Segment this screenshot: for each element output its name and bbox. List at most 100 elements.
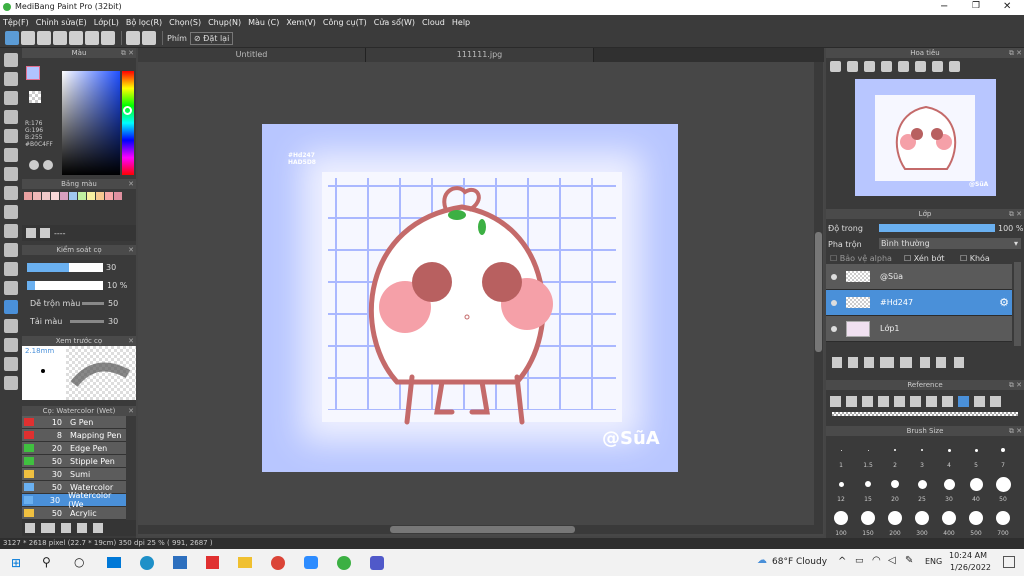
magic-wand-tool-icon[interactable] xyxy=(4,243,18,257)
page-icon[interactable] xyxy=(69,31,83,45)
add-brush-icon[interactable] xyxy=(25,523,35,533)
canvas-horizontal-scrollbar[interactable] xyxy=(138,525,814,534)
layer-row[interactable]: @Sũa xyxy=(826,264,1012,290)
text-tool-icon[interactable] xyxy=(4,300,18,314)
palette-swatch[interactable] xyxy=(69,192,77,200)
brush-copy-icon[interactable] xyxy=(93,523,103,533)
grid-icon[interactable] xyxy=(85,31,99,45)
bucket-tool-icon[interactable] xyxy=(4,167,18,181)
brush-size-cell[interactable]: 400 xyxy=(936,506,962,540)
rotate-right-icon[interactable] xyxy=(932,61,943,72)
panel-controls[interactable]: ✕ xyxy=(128,179,134,189)
reference-cloud-icon[interactable] xyxy=(830,395,841,407)
undo-icon[interactable] xyxy=(126,31,140,45)
divide-tool-icon[interactable] xyxy=(4,338,18,352)
color-dropper-icon[interactable] xyxy=(43,160,53,170)
panel-controls[interactable]: ⧉ ✕ xyxy=(1009,209,1022,219)
clock-time[interactable]: 10:24 AM xyxy=(949,551,987,560)
brush-size-cell[interactable]: 5 xyxy=(963,438,989,472)
menu-window[interactable]: Cửa sổ(W) xyxy=(374,18,415,27)
task-view-icon[interactable]: ○ xyxy=(74,555,84,569)
teams-icon[interactable] xyxy=(370,556,384,570)
menu-cloud[interactable]: Cloud xyxy=(422,18,445,27)
palette-swatch[interactable] xyxy=(96,192,104,200)
layer-opacity-slider[interactable] xyxy=(879,224,995,232)
lock-checkbox[interactable]: ☐ Khóa xyxy=(960,254,990,263)
blend-mode-select[interactable]: Bình thường ▾ xyxy=(879,238,1021,249)
weather-text[interactable]: 68°F Cloudy xyxy=(772,557,827,567)
operation-tool-icon[interactable] xyxy=(4,319,18,333)
clipping-checkbox[interactable]: ☐ Xén bớt xyxy=(904,254,944,263)
select-eraser-tool-icon[interactable] xyxy=(4,281,18,295)
lasso-tool-icon[interactable] xyxy=(4,224,18,238)
brush-size-cell[interactable]: 1.5 xyxy=(855,438,881,472)
reference-fit-icon[interactable] xyxy=(910,395,921,407)
mail-icon[interactable] xyxy=(107,557,121,568)
pen-tool-icon[interactable] xyxy=(4,110,18,124)
panel-controls[interactable]: ⧉ ✕ xyxy=(121,48,134,58)
menu-filter[interactable]: Bộ lọc(R) xyxy=(126,18,162,27)
hue-slider[interactable] xyxy=(122,71,134,175)
brush-list-item[interactable]: 50 Stipple Pen xyxy=(22,455,126,468)
brush-size-cell[interactable]: 100 xyxy=(828,506,854,540)
protect-alpha-checkbox[interactable]: ☐ Bảo vệ alpha xyxy=(830,254,892,263)
reference-zoom-in-icon[interactable] xyxy=(894,395,905,407)
horizontal-scroll-thumb[interactable] xyxy=(390,526,575,533)
panel-controls[interactable]: ✕ xyxy=(128,406,134,416)
delete-palette-icon[interactable] xyxy=(40,228,50,238)
brush-size-cell[interactable]: 150 xyxy=(855,506,881,540)
zoom-out-icon[interactable] xyxy=(830,61,841,72)
comment-icon[interactable] xyxy=(37,31,51,45)
clock-date[interactable]: 1/26/2022 xyxy=(950,563,991,572)
delete-layer-icon[interactable] xyxy=(954,356,964,368)
select-pen-tool-icon[interactable] xyxy=(4,262,18,276)
brush-size-cell[interactable]: 200 xyxy=(882,506,908,540)
vertical-scroll-thumb[interactable] xyxy=(815,232,822,352)
visibility-icon[interactable] xyxy=(831,273,837,280)
new-8bit-layer-icon[interactable] xyxy=(864,356,874,368)
search-icon[interactable]: ⚲ xyxy=(42,555,51,569)
palette-swatch[interactable] xyxy=(114,192,122,200)
brush-size-cell[interactable]: 300 xyxy=(909,506,935,540)
palette-swatch[interactable] xyxy=(42,192,50,200)
brush-size-cell[interactable]: 4 xyxy=(936,438,962,472)
reference-close-icon[interactable] xyxy=(862,395,873,407)
fit-icon[interactable] xyxy=(864,61,875,72)
rotate-left-icon[interactable] xyxy=(898,61,909,72)
reference-open-icon[interactable] xyxy=(846,395,857,407)
layer-list-scrollbar[interactable] xyxy=(1014,262,1021,346)
windows-start-icon[interactable]: ⊞ xyxy=(11,556,21,570)
canvas-vertical-scrollbar[interactable] xyxy=(814,62,823,534)
chat-icon[interactable] xyxy=(53,31,67,45)
brush-size-cell[interactable]: 40 xyxy=(963,472,989,506)
palette-swatch[interactable] xyxy=(87,192,95,200)
menu-tools[interactable]: Công cụ(T) xyxy=(323,18,367,27)
reference-reset-icon[interactable] xyxy=(990,395,1001,407)
brush-settings-icon[interactable] xyxy=(61,523,71,533)
gear-icon[interactable]: ⚙ xyxy=(999,296,1009,309)
palette-swatch[interactable] xyxy=(33,192,41,200)
brush-size-cell[interactable]: 700 xyxy=(990,506,1016,540)
eraser-tool-icon[interactable] xyxy=(4,72,18,86)
chevron-up-icon[interactable]: ^ xyxy=(838,556,846,567)
gift-icon[interactable] xyxy=(206,556,219,569)
primary-color-swatch[interactable] xyxy=(26,66,40,80)
load-slider[interactable] xyxy=(70,320,104,323)
reset-button[interactable]: ⊘ Đặt lại xyxy=(189,31,234,45)
folder-icon[interactable] xyxy=(900,356,912,368)
language-indicator[interactable]: ENG xyxy=(925,557,942,566)
tab-111111[interactable]: 111111.jpg xyxy=(366,48,594,62)
palette-swatch[interactable] xyxy=(78,192,86,200)
move-tool-icon[interactable] xyxy=(4,129,18,143)
menu-help[interactable]: Help xyxy=(452,18,470,27)
brush-size-cell[interactable]: 50 xyxy=(990,472,1016,506)
brush-size-cell[interactable]: 15 xyxy=(855,472,881,506)
brush-folder-icon[interactable] xyxy=(77,523,87,533)
brush-tool-icon[interactable] xyxy=(4,53,18,67)
file-explorer-icon[interactable] xyxy=(238,557,252,568)
new-halftone-layer-icon[interactable] xyxy=(848,356,858,368)
panel-controls[interactable]: ⧉ ✕ xyxy=(1009,426,1022,436)
panel-controls[interactable]: ⧉ ✕ xyxy=(1009,48,1022,58)
palette-swatch[interactable] xyxy=(105,192,113,200)
gradient-tool-icon[interactable] xyxy=(4,186,18,200)
